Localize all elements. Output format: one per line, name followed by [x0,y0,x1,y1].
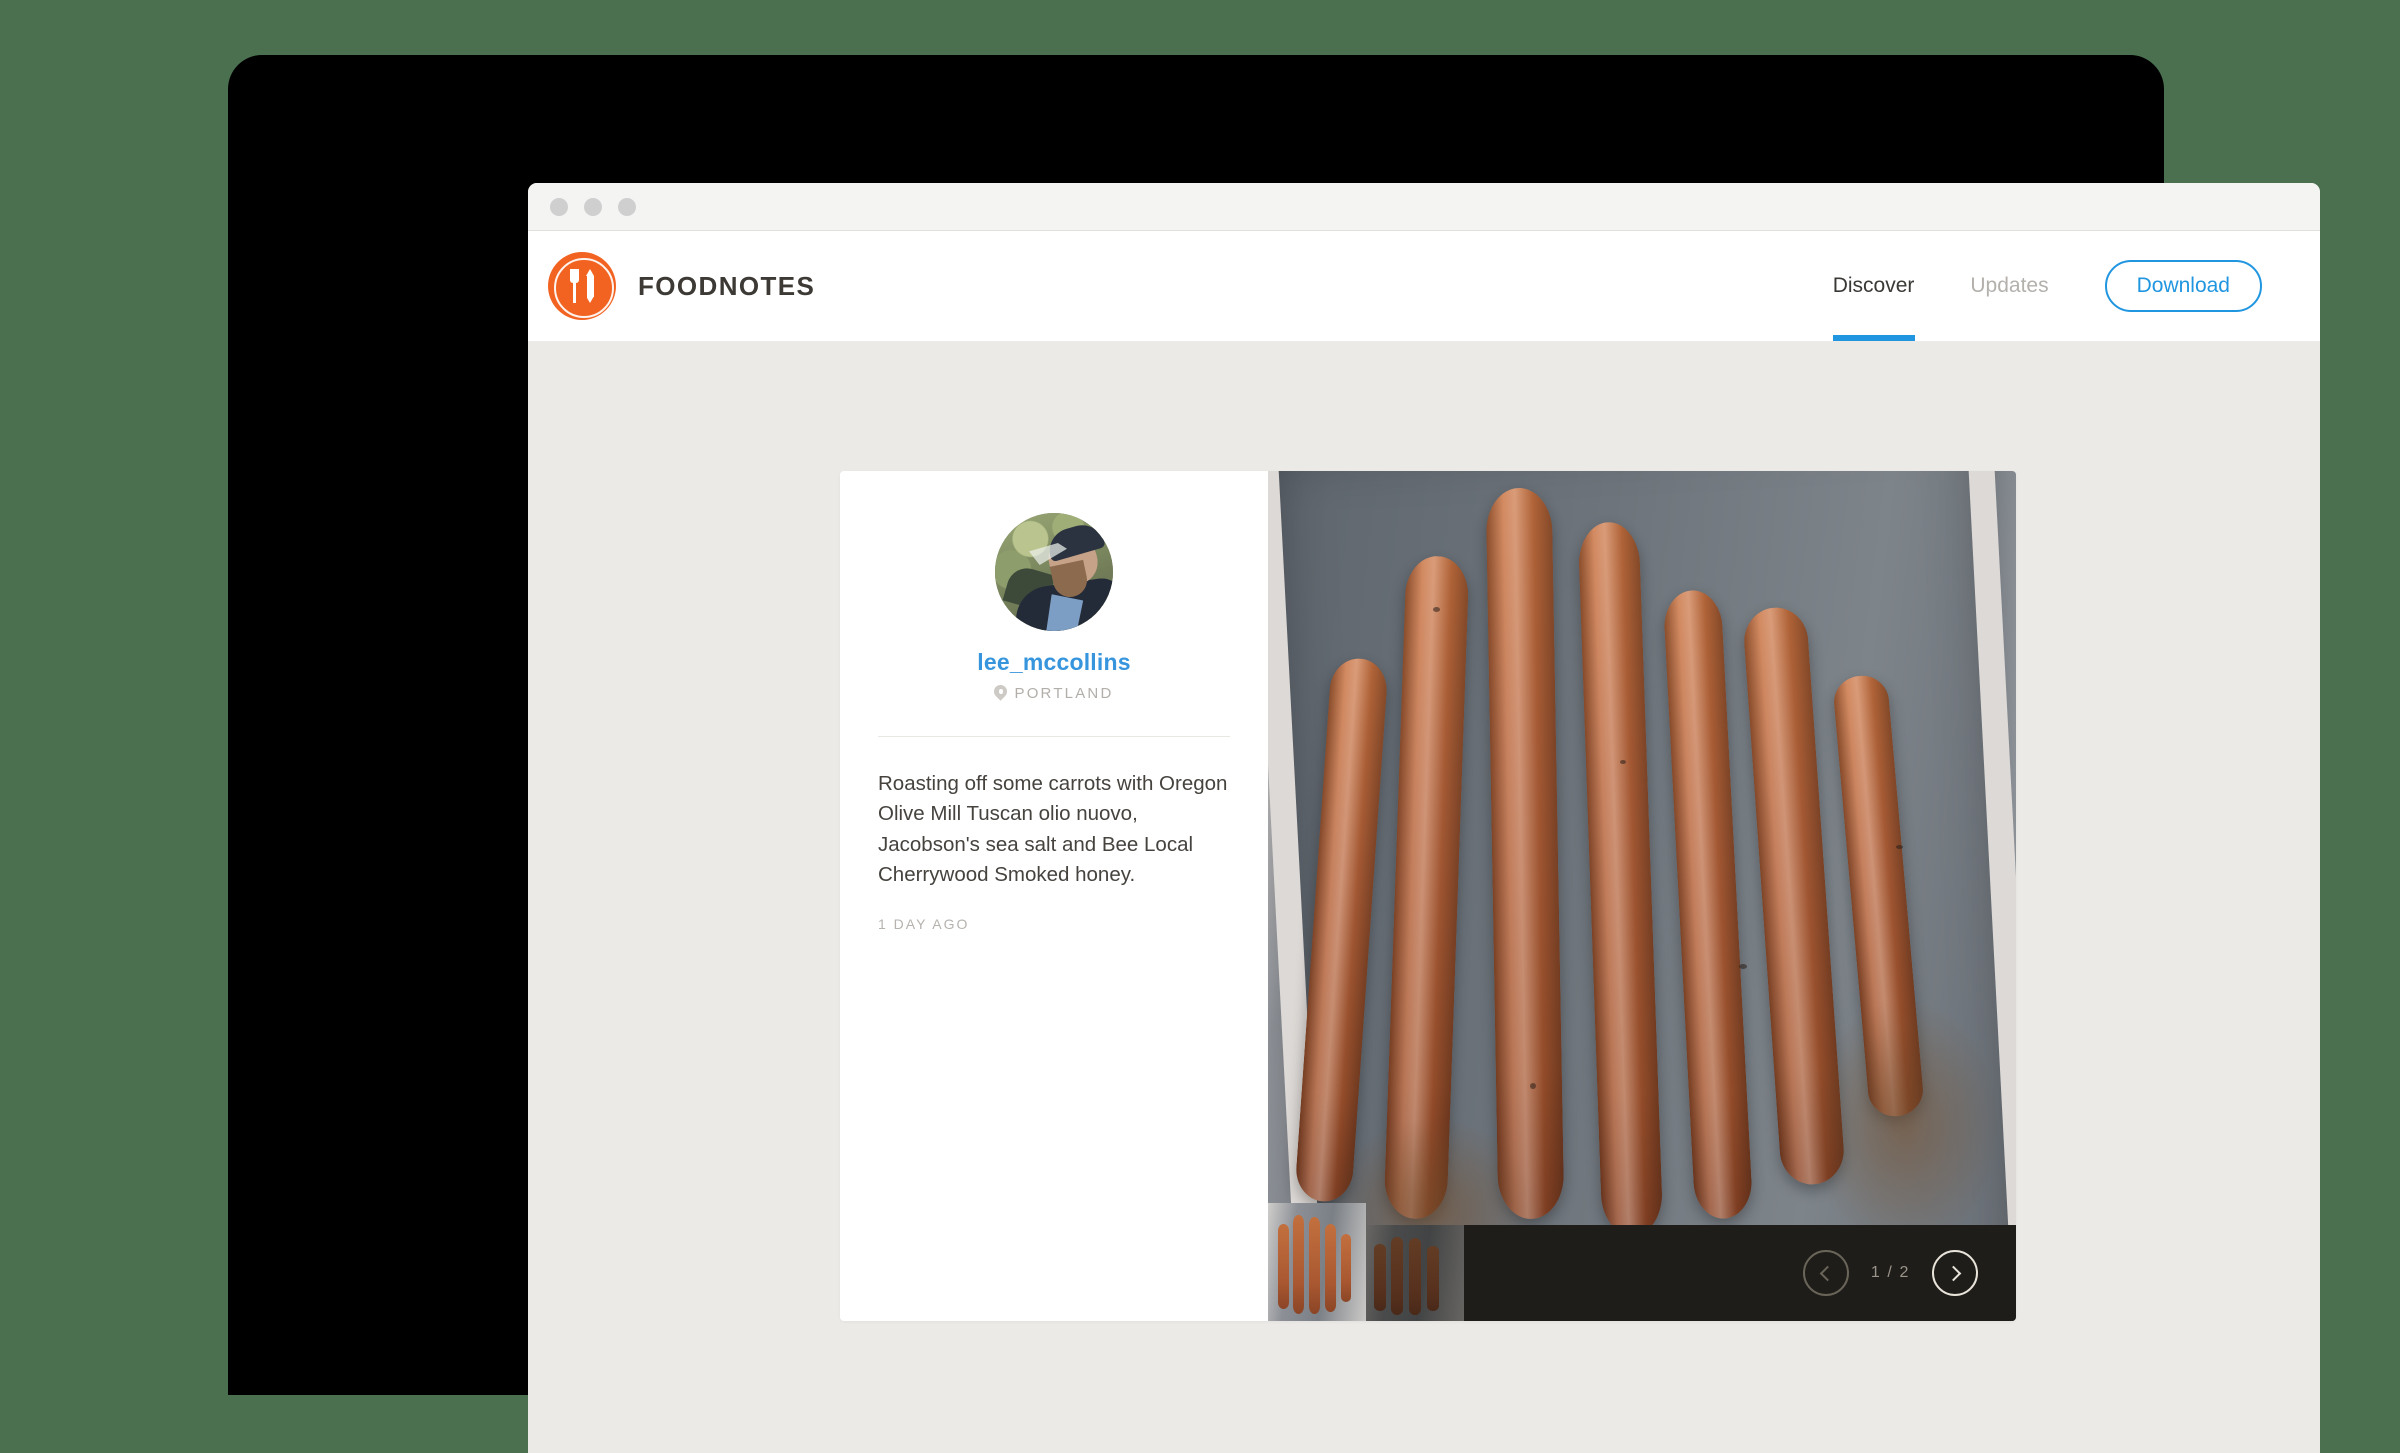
location-label: PORTLAND [1014,685,1114,702]
post-media-column: 1 / 2 [1268,471,2016,1321]
divider [878,736,1230,737]
chevron-left-glyph [1820,1265,1836,1281]
fork-and-pencil-icon [548,252,616,320]
pencil-icon [586,269,594,303]
thumbnail-list [1268,1203,1464,1321]
carrot [1277,1224,1289,1310]
site-header: FOODNOTES Discover Updates Download [528,231,2320,341]
avatar[interactable] [995,513,1113,631]
location: PORTLAND [878,685,1230,702]
device-bezel: FOODNOTES Discover Updates Download lee_… [228,55,2320,1453]
carousel-controls: 1 / 2 [1802,1250,2016,1296]
browser-titlebar [528,183,2320,231]
chevron-right-glyph [1945,1265,1961,1281]
chevron-right-icon[interactable] [1932,1250,1978,1296]
map-pin-icon [994,685,1007,702]
nav-item-updates[interactable]: Updates [1942,231,2076,341]
minimize-window-button[interactable] [584,197,602,216]
post-photo[interactable] [1268,471,2016,1321]
post-caption: Roasting off some carrots with Oregon Ol… [878,772,1228,886]
thumbnail-1[interactable] [1268,1203,1366,1321]
carousel-counter: 1 / 2 [1870,1264,1910,1281]
media-strip: 1 / 2 [1268,1203,2016,1321]
nav-item-discover[interactable]: Discover [1805,231,1943,341]
seasoning-speck [1432,607,1440,612]
thumbnail-2[interactable] [1366,1225,1464,1321]
thumbnail-dim-overlay [1366,1225,1464,1321]
carrot [1340,1233,1352,1303]
close-window-button[interactable] [550,197,568,216]
carrot [1324,1224,1336,1312]
post-meta-column: lee_mccollins PORTLAND Roasting off some… [840,471,1268,1321]
chevron-left-icon[interactable] [1802,1250,1849,1296]
brand-logo[interactable]: FOODNOTES [548,252,815,320]
brand-name: FOODNOTES [638,270,816,301]
main-nav: Discover Updates Download [1805,231,2262,341]
carrot [1309,1217,1320,1314]
seasoning-speck [1529,1083,1536,1089]
username-link[interactable]: lee_mccollins [878,649,1230,676]
page-body: lee_mccollins PORTLAND Roasting off some… [528,341,2320,1453]
pan-smudge [1806,998,2002,1253]
maximize-window-button[interactable] [618,197,636,216]
download-button[interactable]: Download [2104,260,2262,312]
fork-icon [570,269,579,303]
carrot [1486,487,1565,1220]
seasoning-speck [1619,760,1626,764]
post-card: lee_mccollins PORTLAND Roasting off some… [840,471,2016,1321]
post-timestamp: 1 DAY AGO [878,916,970,933]
browser-window: FOODNOTES Discover Updates Download lee_… [528,183,2320,1453]
carrot [1293,1214,1305,1314]
